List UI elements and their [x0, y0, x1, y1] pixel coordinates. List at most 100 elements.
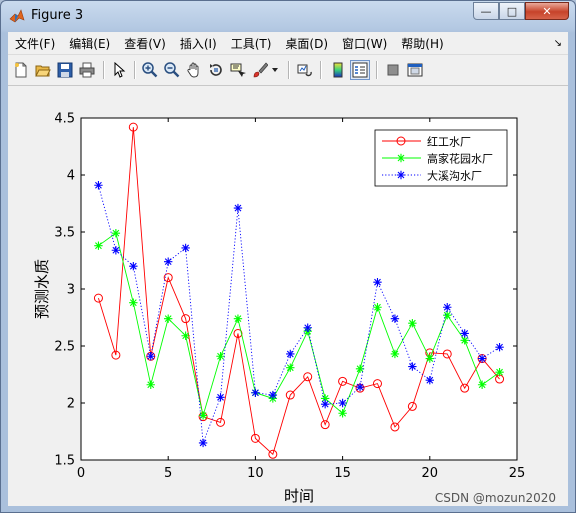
- close-icon: ✕: [542, 4, 552, 18]
- zoom-out-button[interactable]: [162, 60, 182, 80]
- series-3-point: [390, 314, 400, 323]
- series-3-point: [94, 181, 103, 190]
- new-figure-button[interactable]: [11, 60, 31, 80]
- series-3-point: [164, 257, 173, 266]
- menu-insert[interactable]: 插入(I): [173, 35, 224, 52]
- toolbar-separator: [288, 61, 290, 79]
- menu-view[interactable]: 查看(V): [117, 35, 173, 52]
- series-2-point: [477, 380, 487, 389]
- series-2-point: [286, 363, 295, 372]
- series-3-point: [338, 398, 347, 408]
- series-3-point: [181, 243, 190, 253]
- series-3-point: [460, 329, 469, 338]
- menu-edit[interactable]: 编辑(E): [62, 35, 117, 52]
- zoom-in-icon: [142, 62, 158, 78]
- printer-icon: [79, 62, 95, 78]
- toolbar-separator: [320, 61, 322, 79]
- series-2-point: [408, 319, 417, 328]
- save-icon: [57, 62, 73, 78]
- maximize-icon: □: [506, 4, 518, 18]
- series-3-point: [303, 323, 312, 332]
- link-plot-button[interactable]: [295, 60, 315, 80]
- open-file-button[interactable]: [33, 60, 53, 80]
- legend-label: 高家花园水厂: [427, 152, 493, 166]
- legend-marker: [396, 153, 406, 163]
- x-tick-label: 10: [247, 466, 264, 481]
- series-2-point: [425, 354, 434, 363]
- y-tick-label: 2.5: [54, 340, 75, 355]
- x-tick-label: 25: [509, 466, 526, 481]
- series-2-point: [495, 368, 504, 377]
- brush-button[interactable]: [250, 60, 270, 80]
- watermark: CSDN @mozun2020: [435, 491, 556, 505]
- dock-arrow-icon[interactable]: ↘: [554, 38, 562, 49]
- series-3-point: [268, 390, 278, 400]
- series-3-point: [495, 342, 504, 352]
- rotate-icon: [210, 64, 222, 76]
- series-2-point: [338, 409, 347, 418]
- series-3-point: [198, 438, 208, 448]
- legend: 红工水厂高家花园水厂大溪沟水厂: [374, 129, 508, 187]
- colorbar-icon: [333, 62, 343, 78]
- menu-desktop[interactable]: 桌面(D): [278, 35, 335, 52]
- series-2-point: [129, 298, 138, 307]
- figure-window: Figure 3 — □ ✕ 文件(F) 编辑(E) 查看(V) 插入(I) 工…: [0, 0, 576, 513]
- series-2-point: [111, 228, 121, 238]
- toolbar-separator: [103, 61, 105, 79]
- close-button[interactable]: ✕: [525, 2, 569, 20]
- series-2-point: [146, 380, 155, 389]
- hand-pan-icon: [187, 62, 199, 78]
- print-figure-button[interactable]: [77, 60, 97, 80]
- hide-tools-icon: [387, 64, 399, 76]
- show-plot-tools-button[interactable]: [405, 60, 425, 80]
- y-tick-label: 2: [67, 397, 75, 412]
- series-2-point: [233, 314, 243, 323]
- y-tick-label: 4.5: [54, 112, 75, 127]
- title-bar[interactable]: Figure 3 — □ ✕: [1, 1, 575, 31]
- minimize-button[interactable]: —: [473, 2, 499, 20]
- menu-file[interactable]: 文件(F): [8, 35, 62, 52]
- y-tick-label: 4: [67, 169, 75, 184]
- edit-plot-button[interactable]: [109, 60, 129, 80]
- figure-toolbar: [8, 55, 568, 86]
- brush-dropdown[interactable]: [270, 60, 280, 80]
- y-axis-label: 预测水质: [33, 259, 51, 319]
- window-title: Figure 3: [31, 8, 84, 23]
- data-cursor-icon: [230, 63, 246, 77]
- pan-button[interactable]: [184, 60, 204, 80]
- series-3-point: [408, 362, 417, 371]
- series-3-point: [286, 349, 295, 359]
- menu-window[interactable]: 窗口(W): [335, 35, 394, 52]
- x-tick-label: 5: [164, 466, 172, 481]
- open-folder-icon: [35, 65, 51, 77]
- x-axis-label: 时间: [284, 487, 314, 505]
- menu-help[interactable]: 帮助(H): [394, 35, 450, 52]
- legend-label: 红工水厂: [427, 136, 471, 149]
- data-cursor-button[interactable]: [228, 60, 248, 80]
- matlab-icon: [9, 9, 25, 23]
- maximize-button[interactable]: □: [499, 2, 525, 20]
- x-tick-label: 20: [422, 466, 439, 481]
- legend-marker: [396, 170, 406, 180]
- legend-button[interactable]: [350, 60, 370, 80]
- brush-icon: [253, 62, 268, 78]
- save-figure-button[interactable]: [55, 60, 75, 80]
- series-3-point: [129, 262, 138, 271]
- y-tick-label: 1.5: [54, 454, 75, 469]
- series-3-point: [233, 203, 243, 213]
- legend-icon: [352, 62, 368, 78]
- hide-plot-tools-button[interactable]: [383, 60, 403, 80]
- series-3-point: [425, 376, 434, 385]
- series-3-point: [216, 393, 225, 402]
- series-3-point: [477, 354, 487, 363]
- rotate-3d-button[interactable]: [206, 60, 226, 80]
- menu-tools[interactable]: 工具(T): [224, 35, 279, 52]
- series-3-point: [251, 388, 260, 397]
- series-2-point: [181, 331, 190, 340]
- pointer-arrow-icon: [114, 62, 126, 78]
- show-tools-icon: [407, 63, 423, 77]
- line-chart: 0 5 10 15 20 25 1.5 2 2.5 3 3.5 4 4.5 时间 预测水质 红工水厂高家…: [33, 112, 556, 506]
- colorbar-button[interactable]: [328, 60, 348, 80]
- zoom-in-button[interactable]: [140, 60, 160, 80]
- x-tick-label: 15: [334, 466, 351, 481]
